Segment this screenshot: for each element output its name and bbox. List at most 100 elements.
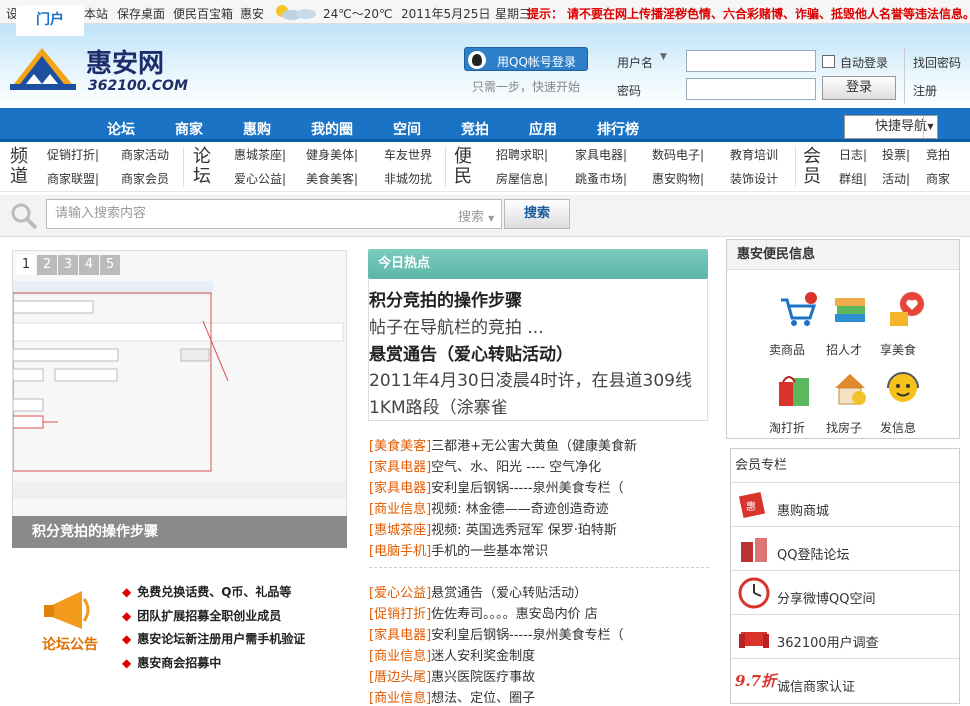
subnav-link[interactable]: 装饰设计 <box>730 170 778 187</box>
subnav-link[interactable]: 跳蚤市场| <box>575 170 627 187</box>
nav-tab-ranking[interactable]: 排行榜 <box>597 119 639 139</box>
subnav-link[interactable]: 惠安购物| <box>652 170 704 187</box>
qq-login-button[interactable]: 用QQ帐号登录 <box>464 47 588 71</box>
search-button[interactable]: 搜索 <box>504 199 570 229</box>
subnav-link[interactable]: 日志| <box>839 146 867 163</box>
user-type-dropdown-icon[interactable]: ▼ <box>660 52 667 62</box>
news-title[interactable]: 视频: 林金德——奇迹创造奇迹 <box>431 502 609 517</box>
slide-caption[interactable]: 积分竞拍的操作步骤 <box>12 516 347 548</box>
news-title[interactable]: 空气、水、阳光 ---- 空气净化 <box>431 460 601 475</box>
news-title[interactable]: 佐佐寿司。。。。惠安岛内价 店 <box>431 607 598 622</box>
subnav-link[interactable]: 竞拍 <box>926 146 950 163</box>
news-item[interactable]: [美食美客]三都港+无公害大黄鱼（健康美食新 <box>369 435 637 454</box>
site-logo[interactable]: 惠安网 362100.COM <box>6 40 206 96</box>
slide-tab-1[interactable]: 1 <box>16 255 36 275</box>
register-link[interactable]: 注册 <box>913 82 937 99</box>
news-item[interactable]: [家具电器]空气、水、阳光 ---- 空气净化 <box>369 456 601 475</box>
news-tag[interactable]: [爱心公益] <box>369 586 431 601</box>
slideshow-image[interactable] <box>12 250 347 548</box>
auto-login-checkbox[interactable] <box>822 55 835 68</box>
service-label-housing[interactable]: 找房子 <box>826 419 862 436</box>
subnav-link[interactable]: 房屋信息| <box>496 170 548 187</box>
news-item[interactable]: [爱心公益]悬赏通告（爱心转贴活动） <box>369 582 587 601</box>
news-tag[interactable]: [家具电器] <box>369 460 431 475</box>
slide-tab-4[interactable]: 4 <box>79 255 99 275</box>
news-item[interactable]: [商业信息]想法、定位、圈子 <box>369 687 535 706</box>
news-title[interactable]: 三都港+无公害大黄鱼（健康美食新 <box>431 439 637 454</box>
nav-tab-space[interactable]: 空间 <box>393 119 421 139</box>
subnav-link[interactable]: 群组| <box>839 170 867 187</box>
search-input[interactable]: 请输入搜索内容 <box>46 199 502 229</box>
news-tag[interactable]: [电脑手机] <box>369 544 431 559</box>
news-tag[interactable]: [商业信息] <box>369 502 431 517</box>
news-tag[interactable]: [惠城茶座] <box>369 523 431 538</box>
subnav-link[interactable]: 美食美客| <box>306 170 358 187</box>
login-button[interactable]: 登录 <box>822 76 896 100</box>
news-title[interactable]: 迷人安利奖金制度 <box>431 649 535 664</box>
news-tag[interactable]: [促销打折] <box>369 607 431 622</box>
shopping-bag-icon[interactable] <box>773 368 815 410</box>
save-desktop-link[interactable]: 保存桌面 <box>117 5 165 22</box>
service-label-sell[interactable]: 卖商品 <box>769 341 805 358</box>
news-item[interactable]: [电脑手机]手机的一些基本常识 <box>369 540 548 559</box>
news-item[interactable]: [家具电器]安利皇后钢锅-----泉州美食专栏（ <box>369 477 624 496</box>
news-item[interactable]: [商业信息]迷人安利奖金制度 <box>369 645 535 664</box>
news-title[interactable]: 惠兴医院医疗事故 <box>431 670 535 685</box>
subnav-link[interactable]: 商家会员 <box>121 170 169 187</box>
member-item[interactable]: 分享微博QQ空间 <box>731 572 959 615</box>
news-item[interactable]: [家具电器]安利皇后钢锅-----泉州美食专栏（ <box>369 624 624 643</box>
subnav-link[interactable]: 数码电子| <box>652 146 704 163</box>
subnav-link[interactable]: 健身美体| <box>306 146 358 163</box>
member-item[interactable]: QQ登陆论坛 <box>731 528 959 571</box>
news-title[interactable]: 安利皇后钢锅-----泉州美食专栏（ <box>431 481 623 496</box>
nav-tab-merchants[interactable]: 商家 <box>175 119 203 139</box>
service-label-recruit[interactable]: 招人才 <box>826 341 862 358</box>
news-item[interactable]: [厝边头尾]惠兴医院医疗事故 <box>369 666 535 685</box>
toolbox-link[interactable]: 便民百宝箱 <box>173 5 233 22</box>
username-input[interactable] <box>686 50 816 72</box>
subnav-link[interactable]: 商家联盟| <box>47 170 99 187</box>
member-item[interactable]: 9.7折 诚信商家认证 <box>731 660 959 703</box>
service-label-post[interactable]: 发信息 <box>880 419 916 436</box>
nav-tab-shopping[interactable]: 惠购 <box>243 119 271 139</box>
news-tag[interactable]: [厝边头尾] <box>369 670 431 685</box>
subnav-link[interactable]: 促销打折| <box>47 146 99 163</box>
subnav-link[interactable]: 招聘求职| <box>496 146 548 163</box>
hot-headline-2[interactable]: 悬赏通告（爱心转贴活动） <box>369 340 573 365</box>
quick-nav-dropdown[interactable]: 快捷导航 ▼ <box>844 115 938 139</box>
news-title[interactable]: 悬赏通告（爱心转贴活动） <box>431 586 587 601</box>
nav-tab-forum[interactable]: 论坛 <box>107 119 135 139</box>
notice-item[interactable]: ◆ 惠安论坛新注册用户需手机验证 <box>122 630 305 647</box>
notice-item[interactable]: ◆ 惠安商会招募中 <box>122 654 221 671</box>
subnav-link[interactable]: 投票| <box>882 146 910 163</box>
slide-tab-3[interactable]: 3 <box>58 255 78 275</box>
subnav-link[interactable]: 车友世界 <box>384 146 432 163</box>
subnav-link[interactable]: 爱心公益| <box>234 170 286 187</box>
food-heart-icon[interactable] <box>886 290 928 332</box>
nav-tab-apps[interactable]: 应用 <box>529 119 557 139</box>
books-icon[interactable] <box>829 290 871 332</box>
news-title[interactable]: 手机的一些基本常识 <box>431 544 548 559</box>
news-tag[interactable]: [商业信息] <box>369 649 431 664</box>
news-item[interactable]: [商业信息]视频: 林金德——奇迹创造奇迹 <box>369 498 609 517</box>
headset-support-icon[interactable] <box>882 368 924 410</box>
subnav-link[interactable]: 商家 <box>926 170 950 187</box>
member-item[interactable]: 惠 惠购商城 <box>731 484 959 527</box>
news-tag[interactable]: [美食美客] <box>369 439 431 454</box>
news-tag[interactable]: [家具电器] <box>369 481 431 496</box>
nav-tab-portal[interactable]: 门户 <box>16 6 84 36</box>
subnav-link[interactable]: 商家活动 <box>121 146 169 163</box>
notice-item[interactable]: ◆ 免费兑换话费、Q币、礼品等 <box>122 583 291 600</box>
news-title[interactable]: 安利皇后钢锅-----泉州美食专栏（ <box>431 628 623 643</box>
hot-headline-1[interactable]: 积分竞拍的操作步骤 <box>369 286 522 311</box>
password-input[interactable] <box>686 78 816 100</box>
find-password-link[interactable]: 找回密码 <box>913 54 961 71</box>
notice-item[interactable]: ◆ 团队扩展招募全职创业成员 <box>122 607 281 624</box>
house-icon[interactable] <box>829 368 871 410</box>
service-label-food[interactable]: 享美食 <box>880 341 916 358</box>
subnav-link[interactable]: 教育培训 <box>730 146 778 163</box>
nav-tab-auction[interactable]: 竞拍 <box>461 119 489 139</box>
slide-tab-5[interactable]: 5 <box>100 255 120 275</box>
shopping-cart-icon[interactable] <box>777 290 819 332</box>
subnav-link[interactable]: 非城勿扰 <box>384 170 432 187</box>
